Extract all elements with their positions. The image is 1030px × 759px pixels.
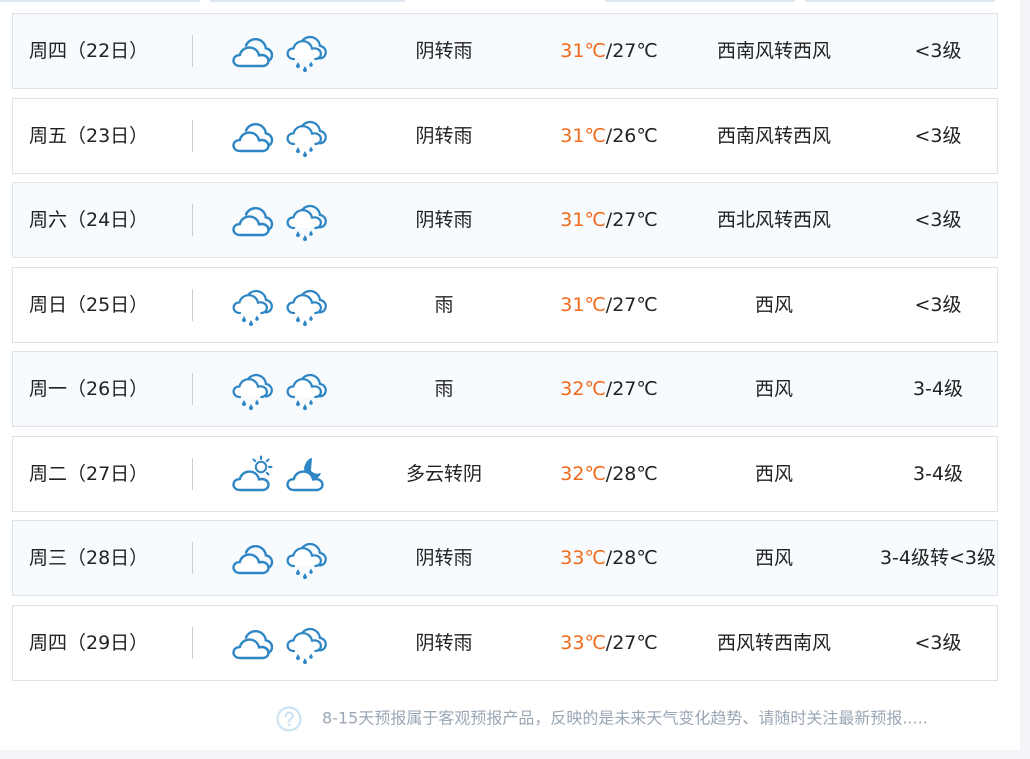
forecast-row: 周六（24日） 阴转雨 31℃/27℃ 西北风转西风 <3级 [12, 182, 998, 258]
day-label: 周五（23日） [29, 124, 149, 147]
wind-direction: 西风 [754, 547, 793, 569]
low-temp: /28℃ [605, 462, 658, 485]
wind-level: <3级 [914, 124, 962, 147]
wind-direction: 西南风转西风 [716, 124, 831, 147]
wind-level: <3级 [914, 631, 962, 654]
rain-icon [285, 369, 329, 411]
wind-direction: 西风 [754, 462, 793, 485]
divider [192, 288, 193, 321]
wind-direction: 西风转西南风 [716, 631, 831, 654]
high-temp: 31℃ [560, 209, 606, 231]
wind-direction: 西风 [754, 378, 793, 400]
low-temp: /27℃ [605, 209, 658, 231]
forecast-panel: 周四（22日） 阴转雨 31℃/27℃ 西南风转西风 <3级 周五（23日） 阴… [0, 0, 1020, 750]
weather-text: 阴转雨 [415, 209, 473, 231]
low-temp: /26℃ [605, 124, 658, 147]
rain-icon [285, 285, 329, 327]
overcast-icon [231, 31, 275, 73]
high-temp: 31℃ [560, 293, 606, 316]
day-label: 周三（28日） [29, 547, 149, 569]
low-temp: /28℃ [605, 547, 658, 569]
wind-level: <3级 [914, 40, 962, 62]
forecast-row: 周二（27日） 多云转阴 32℃/28℃ 西风 3-4级 [12, 435, 998, 512]
rain-icon [285, 623, 329, 665]
partly-cloudy-night-icon [285, 454, 329, 496]
divider [192, 35, 193, 67]
divider [192, 457, 193, 490]
temperature: 31℃/26℃ [529, 99, 689, 173]
temperature: 32℃/27℃ [529, 352, 689, 426]
day-label: 周二（27日） [29, 462, 149, 485]
temperature: 32℃/28℃ [529, 437, 689, 511]
partly-cloudy-day-icon [231, 454, 275, 496]
divider [192, 373, 193, 405]
overcast-icon [231, 116, 275, 158]
high-temp: 33℃ [560, 631, 606, 654]
day-label: 周日（25日） [29, 293, 149, 316]
day-label: 周四（29日） [29, 631, 149, 654]
forecast-row: 周四（29日） 阴转雨 33℃/27℃ 西风转西南风 <3级 [12, 604, 998, 681]
wind-level: 3-4级 [912, 462, 964, 485]
wind-direction: 西北风转西风 [716, 209, 831, 231]
rain-icon [231, 369, 275, 411]
high-temp: 31℃ [560, 124, 606, 147]
wind-level: <3级 [914, 209, 962, 231]
forecast-row: 周五（23日） 阴转雨 31℃/26℃ 西南风转西风 <3级 [12, 97, 998, 174]
wind-level: <3级 [914, 293, 962, 316]
low-temp: /27℃ [605, 631, 658, 654]
rain-icon [285, 31, 329, 73]
forecast-row: 周三（28日） 阴转雨 33℃/28℃ 西风 3-4级转<3级 [12, 520, 998, 596]
overcast-icon [231, 623, 275, 665]
high-temp: 31℃ [560, 40, 606, 62]
footnote-text: 8-15天预报属于客观预报产品，反映的是未来天气变化趋势、请随时关注最新预报..… [322, 708, 928, 728]
temperature: 31℃/27℃ [529, 268, 689, 342]
wind-direction: 西风 [754, 293, 793, 316]
overcast-icon [231, 200, 275, 242]
weather-text: 多云转阴 [405, 462, 482, 485]
help-circle-icon[interactable] [276, 706, 302, 732]
divider [192, 542, 193, 574]
temperature: 31℃/27℃ [529, 14, 689, 88]
divider [192, 626, 193, 659]
forecast-footnote: 8-15天预报属于客观预报产品，反映的是未来天气变化趋势、请随时关注最新预报..… [276, 704, 1000, 732]
day-label: 周四（22日） [29, 40, 149, 62]
rain-icon [285, 200, 329, 242]
forecast-row: 周一（26日） 雨 32℃/27℃ 西风 3-4级 [12, 351, 998, 427]
forecast-row: 周四（22日） 阴转雨 31℃/27℃ 西南风转西风 <3级 [12, 13, 998, 89]
weather-text: 阴转雨 [415, 547, 473, 569]
wind-direction: 西南风转西风 [716, 40, 831, 62]
low-temp: /27℃ [605, 378, 658, 400]
weather-text: 阴转雨 [415, 40, 473, 62]
weather-text: 阴转雨 [415, 124, 473, 147]
rain-icon [285, 538, 329, 580]
temperature: 33℃/28℃ [529, 521, 689, 595]
rain-icon [285, 116, 329, 158]
forecast-row: 周日（25日） 雨 31℃/27℃ 西风 <3级 [12, 266, 998, 343]
wind-level: 3-4级转<3级 [879, 547, 997, 569]
high-temp: 33℃ [560, 547, 606, 569]
rain-icon [231, 285, 275, 327]
weather-text: 阴转雨 [415, 631, 473, 654]
day-label: 周一（26日） [29, 378, 149, 400]
high-temp: 32℃ [560, 378, 606, 400]
top-tab-underline [0, 0, 1020, 2]
divider [192, 204, 193, 236]
low-temp: /27℃ [605, 293, 658, 316]
low-temp: /27℃ [605, 40, 658, 62]
weather-text: 雨 [434, 293, 454, 316]
temperature: 33℃/27℃ [529, 606, 689, 680]
day-label: 周六（24日） [29, 209, 149, 231]
overcast-icon [231, 538, 275, 580]
forecast-list: 周四（22日） 阴转雨 31℃/27℃ 西南风转西风 <3级 周五（23日） 阴… [12, 13, 998, 689]
wind-level: 3-4级 [912, 378, 964, 400]
high-temp: 32℃ [560, 462, 606, 485]
temperature: 31℃/27℃ [529, 183, 689, 257]
weather-text: 雨 [434, 378, 454, 400]
divider [192, 119, 193, 152]
